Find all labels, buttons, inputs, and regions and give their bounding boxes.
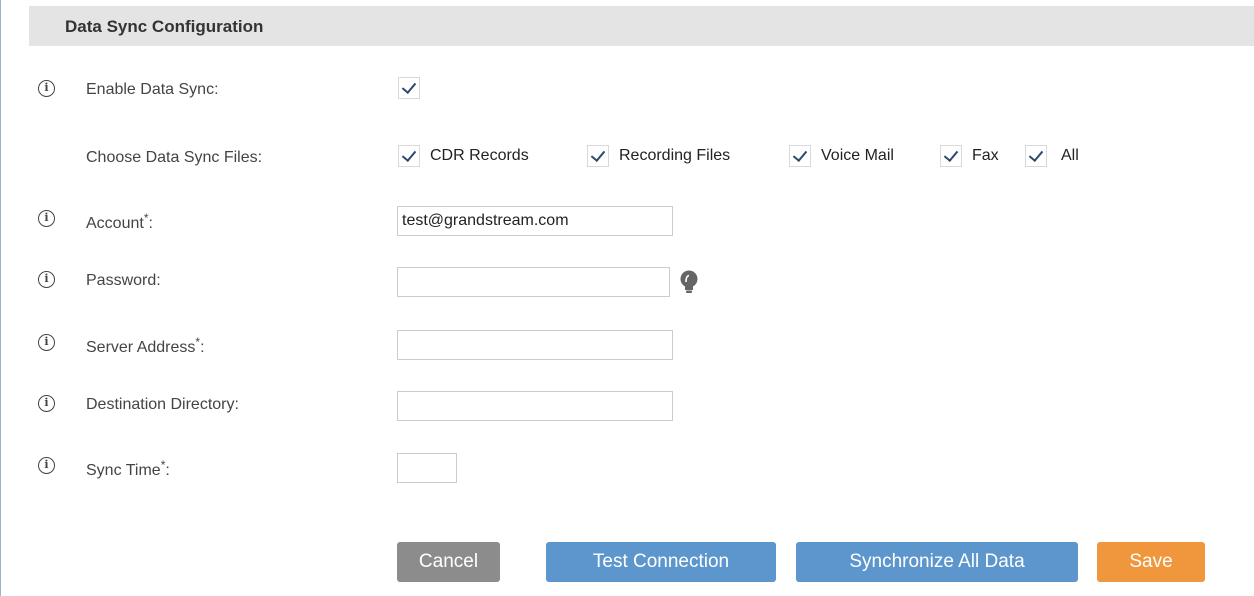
- recording-files-checkbox[interactable]: [587, 145, 609, 167]
- info-icon[interactable]: i: [38, 80, 55, 97]
- checkmark-icon: [792, 146, 808, 163]
- info-icon[interactable]: i: [38, 210, 55, 227]
- info-icon[interactable]: i: [38, 457, 55, 474]
- enable-data-sync-checkbox[interactable]: [398, 77, 420, 99]
- checkmark-icon: [401, 78, 417, 95]
- data-sync-panel: Data Sync Configuration i Enable Data Sy…: [0, 0, 1254, 596]
- server-address-label: Server Address*:: [86, 335, 205, 356]
- choose-data-sync-files-label: Choose Data Sync Files:: [86, 149, 263, 166]
- save-button[interactable]: Save: [1097, 542, 1205, 582]
- account-input[interactable]: [397, 206, 673, 236]
- password-input[interactable]: [397, 267, 670, 297]
- lightbulb-icon[interactable]: [678, 270, 700, 294]
- password-row: i Password:: [1, 267, 1254, 297]
- cancel-button[interactable]: Cancel: [397, 542, 500, 582]
- server-address-input[interactable]: [397, 330, 673, 360]
- account-label: Account*:: [86, 211, 153, 232]
- info-icon[interactable]: i: [38, 395, 55, 412]
- sync-time-label: Sync Time*:: [86, 458, 170, 479]
- sync-time-input[interactable]: [397, 453, 457, 483]
- info-icon[interactable]: i: [38, 271, 55, 288]
- section-title: Data Sync Configuration: [65, 17, 264, 36]
- test-connection-button[interactable]: Test Connection: [546, 542, 776, 582]
- choose-data-sync-files-row: Choose Data Sync Files: CDR Records Reco…: [1, 144, 1254, 174]
- all-label: All: [1061, 147, 1079, 164]
- voice-mail-checkbox[interactable]: [789, 145, 811, 167]
- voice-mail-label: Voice Mail: [821, 147, 894, 164]
- all-checkbox[interactable]: [1025, 145, 1047, 167]
- checkmark-icon: [401, 146, 417, 163]
- server-address-row: i Server Address*:: [1, 330, 1254, 360]
- destination-directory-input[interactable]: [397, 391, 673, 421]
- enable-data-sync-label: Enable Data Sync:: [86, 81, 219, 98]
- section-header: Data Sync Configuration: [29, 6, 1254, 46]
- checkmark-icon: [1028, 146, 1044, 163]
- destination-directory-row: i Destination Directory:: [1, 391, 1254, 421]
- password-label: Password:: [86, 272, 161, 289]
- synchronize-all-data-button[interactable]: Synchronize All Data: [796, 542, 1078, 582]
- fax-checkbox[interactable]: [940, 145, 962, 167]
- cdr-records-checkbox[interactable]: [398, 145, 420, 167]
- cdr-records-label: CDR Records: [430, 147, 529, 164]
- sync-time-row: i Sync Time*:: [1, 453, 1254, 483]
- checkmark-icon: [943, 146, 959, 163]
- info-icon[interactable]: i: [38, 334, 55, 351]
- destination-directory-label: Destination Directory:: [86, 396, 239, 413]
- account-row: i Account*:: [1, 206, 1254, 236]
- enable-data-sync-row: i Enable Data Sync:: [1, 76, 1254, 106]
- fax-label: Fax: [972, 147, 999, 164]
- checkmark-icon: [590, 146, 606, 163]
- recording-files-label: Recording Files: [619, 147, 731, 164]
